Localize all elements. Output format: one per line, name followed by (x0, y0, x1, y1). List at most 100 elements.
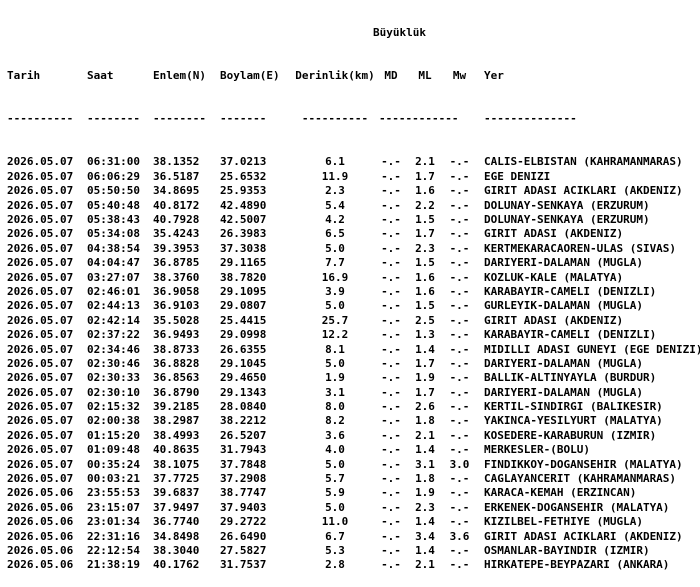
event-place: CALIS-ELBISTAN (KAHRAMANMARAS) (484, 155, 683, 169)
event-place: YAKINCA-YESILYURT (MALATYA) (484, 414, 663, 428)
event-latitude: 38.1075 (153, 457, 200, 471)
event-ml: 1.5 (415, 256, 435, 270)
event-time: 05:50:50 (87, 184, 140, 198)
event-latitude: 38.1352 (153, 155, 200, 169)
table-row: 2026.05.07 06:31:00 38.1352 37.0213 6.1 -.- 2.… (7, 155, 700, 169)
mw-column-header: Mw (452, 69, 467, 83)
event-depth: 8.2 (325, 414, 345, 428)
event-ml: 1.8 (415, 472, 435, 486)
event-date: 2026.05.06 (7, 543, 74, 557)
event-mw: -.- (449, 299, 470, 313)
event-depth: 5.0 (325, 457, 345, 471)
event-time: 05:40:48 (87, 198, 140, 212)
event-longitude: 26.6355 (220, 342, 267, 356)
event-mw: -.- (449, 486, 470, 500)
event-longitude: 25.4415 (220, 313, 267, 327)
table-row: 2026.05.07 02:30:46 36.8828 29.1045 5.0 -.- 1.… (7, 357, 700, 371)
time-column-header: Saat (87, 69, 114, 83)
event-longitude: 38.7820 (220, 270, 267, 284)
event-latitude: 38.8733 (153, 342, 200, 356)
event-place: GIRIT ADASI ACIKLARI (AKDENIZ) (484, 529, 683, 543)
event-longitude: 27.5827 (220, 543, 267, 557)
event-date: 2026.05.07 (7, 227, 74, 241)
event-ml: 1.7 (415, 227, 435, 241)
event-latitude: 40.7928 (153, 212, 200, 226)
event-mw: -.- (449, 385, 470, 399)
event-ml: 2.5 (415, 313, 435, 327)
event-mw: -.- (449, 428, 470, 442)
event-mw: -.- (449, 443, 470, 457)
event-date: 2026.05.07 (7, 472, 74, 486)
event-ml: 3.1 (415, 457, 435, 471)
event-md: -.- (381, 400, 401, 414)
event-longitude: 31.7943 (220, 443, 267, 457)
event-mw: -.- (449, 155, 470, 169)
table-row: 2026.05.07 02:44:13 36.9103 29.0807 5.0 -.- 1.… (7, 299, 700, 313)
event-latitude: 34.8695 (153, 184, 200, 198)
event-md: -.- (381, 558, 401, 572)
event-latitude: 36.8790 (153, 385, 200, 399)
event-md: -.- (381, 443, 401, 457)
event-md: -.- (381, 371, 401, 385)
table-row: 2026.05.07 02:37:22 36.9493 29.0998 12.2 -.- 1… (7, 328, 700, 342)
event-time: 02:37:22 (87, 328, 140, 342)
event-mw: 3.0 (449, 457, 470, 471)
event-time: 01:09:48 (87, 443, 140, 457)
event-md: -.- (381, 500, 401, 514)
table-row: 2026.05.07 02:46:01 36.9058 29.1095 3.9 -.- 1.… (7, 285, 700, 299)
event-time: 00:03:21 (87, 472, 140, 486)
event-longitude: 25.9353 (220, 184, 267, 198)
event-time: 22:31:16 (87, 529, 140, 543)
event-place: MERKESLER-(BOLU) (484, 443, 590, 457)
event-ml: 2.3 (415, 241, 435, 255)
event-place: DARIYERI-DALAMAN (MUGLA) (484, 256, 643, 270)
event-depth: 3.9 (325, 284, 345, 298)
event-ml: 1.5 (415, 299, 435, 313)
event-mw: -.- (449, 400, 470, 414)
event-date: 2026.05.07 (7, 356, 74, 370)
longitude-rule: ------- (220, 112, 267, 126)
event-date: 2026.05.07 (7, 212, 74, 226)
event-date: 2026.05.07 (7, 371, 74, 385)
event-ml: 1.4 (415, 515, 435, 529)
event-depth: 12.2 (321, 328, 349, 342)
latitude-column-header: Enlem(N) (153, 69, 206, 83)
magnitude-group-header: Büyüklük (373, 25, 426, 39)
event-time: 02:30:33 (87, 371, 140, 385)
event-date: 2026.05.07 (7, 400, 74, 414)
event-ml: 1.4 (415, 543, 435, 557)
event-place: DOLUNAY-SENKAYA (ERZURUM) (484, 198, 650, 212)
event-latitude: 34.8498 (153, 529, 200, 543)
event-ml: 1.6 (415, 184, 435, 198)
event-latitude: 36.9493 (153, 328, 200, 342)
event-md: -.- (381, 486, 401, 500)
event-mw: -.- (449, 184, 470, 198)
event-place: ERKENEK-DOGANSEHIR (MALATYA) (484, 500, 670, 514)
event-depth: 3.6 (325, 428, 345, 442)
event-depth: 5.4 (325, 198, 345, 212)
table-row: 2026.05.07 02:00:38 38.2987 38.2212 8.2 -.- 1.… (7, 414, 700, 428)
event-depth: 2.8 (325, 558, 345, 572)
column-header-row: Tarih Saat Enlem(N) Boylam(E) Derinlik(km) MD… (7, 69, 700, 83)
event-date: 2026.05.06 (7, 500, 74, 514)
table-row: 2026.05.07 05:50:50 34.8695 25.9353 2.3 -.- 1.… (7, 184, 700, 198)
event-time: 02:42:14 (87, 313, 140, 327)
event-latitude: 38.2987 (153, 414, 200, 428)
event-depth: 5.0 (325, 299, 345, 313)
event-mw: -.- (449, 270, 470, 284)
event-mw: -.- (449, 342, 470, 356)
event-date: 2026.05.07 (7, 457, 74, 471)
place-rule: -------------- (484, 112, 577, 126)
event-date: 2026.05.07 (7, 342, 74, 356)
event-date: 2026.05.07 (7, 313, 74, 327)
event-place: KIZILBEL-FETHIYE (MUGLA) (484, 515, 643, 529)
event-place: KOSEDERE-KARABURUN (IZMIR) (484, 428, 657, 442)
event-md: -.- (381, 428, 401, 442)
event-md: -.- (381, 212, 401, 226)
event-place: KERTIL-SINDIRGI (BALIKESIR) (484, 400, 663, 414)
event-date: 2026.05.07 (7, 284, 74, 298)
event-time: 04:04:47 (87, 256, 140, 270)
event-ml: 1.6 (415, 284, 435, 298)
event-latitude: 36.9103 (153, 299, 200, 313)
event-ml: 1.6 (415, 270, 435, 284)
